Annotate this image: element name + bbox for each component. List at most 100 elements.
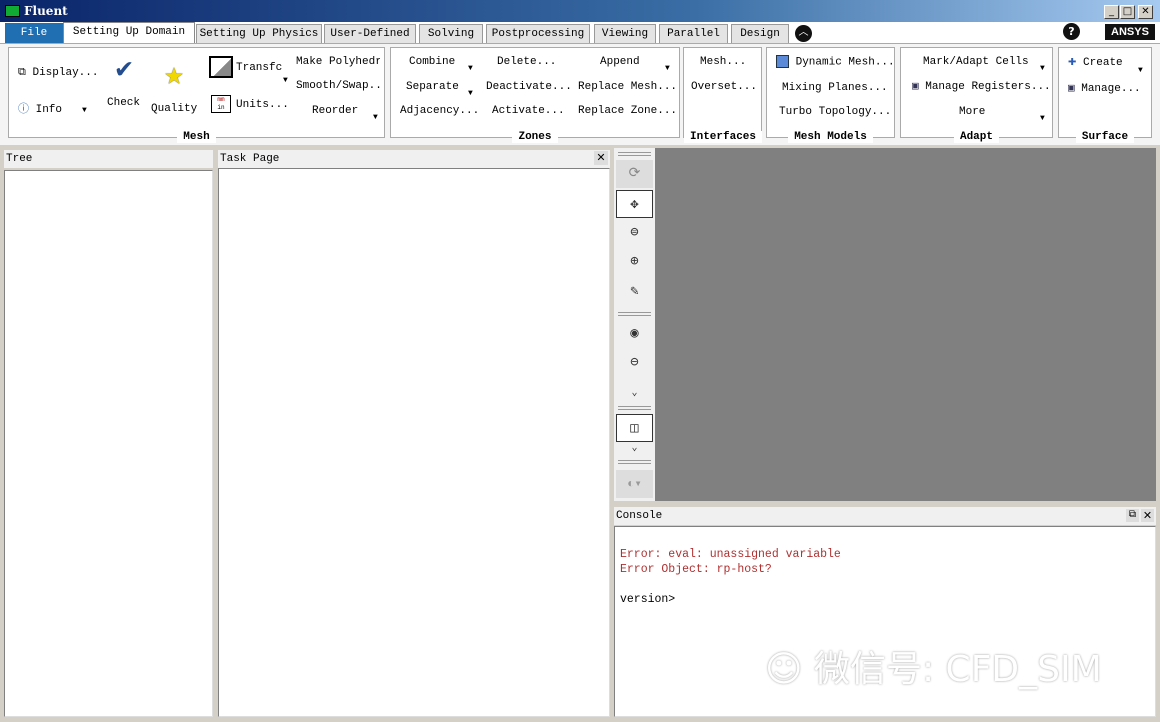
toolbar-grip[interactable] <box>618 406 651 410</box>
tab-user-defined[interactable]: User-Defined <box>324 24 416 43</box>
replace-mesh-button[interactable]: Replace Mesh... <box>578 80 677 94</box>
zoom-in-icon[interactable]: ⊕ <box>616 248 653 276</box>
dynamic-mesh-button[interactable]: Dynamic Mesh... <box>776 55 895 69</box>
tab-postprocessing[interactable]: Postprocessing <box>486 24 590 43</box>
console-error-line: Error Object: rp-host? <box>620 563 772 576</box>
tab-file[interactable]: File <box>5 23 63 43</box>
more-button[interactable]: More <box>959 105 985 119</box>
smooth-swap-button[interactable]: Smooth/Swap... <box>296 79 380 93</box>
pan-icon[interactable]: ✥ <box>616 190 653 218</box>
undock-icon[interactable]: ⧉ <box>1126 509 1139 522</box>
label: Manage... <box>1081 83 1141 95</box>
expand-toolbar-icon[interactable]: ⌄ <box>616 440 653 458</box>
expand-toolbar-icon[interactable]: ⌄ <box>616 382 653 406</box>
zoom-out-icon[interactable]: ⊖ <box>616 349 653 377</box>
activate-button[interactable]: Activate... <box>492 104 565 118</box>
delete-button[interactable]: Delete... <box>497 55 556 69</box>
group-label: Surface <box>1075 131 1135 143</box>
console-error-line: Error: eval: unassigned variable <box>620 548 841 561</box>
quality-button[interactable]: Quality <box>151 102 197 116</box>
close-button[interactable]: ✕ <box>1138 5 1153 19</box>
toolbar-grip[interactable] <box>618 152 651 156</box>
help-icon[interactable]: ? <box>1063 23 1080 40</box>
tab-design[interactable]: Design <box>731 24 789 43</box>
dropdown-arrow-icon[interactable]: ▼ <box>1040 114 1045 123</box>
graphics-window[interactable] <box>655 148 1156 501</box>
label: Dynamic Mesh... <box>795 56 895 69</box>
quality-star-icon: ★ <box>164 57 184 94</box>
view-cube-icon[interactable]: ◫ <box>616 414 653 442</box>
group-label: Zones <box>512 131 558 143</box>
turbo-topology-button[interactable]: Turbo Topology... <box>779 105 891 119</box>
toolbar-grip[interactable] <box>618 312 651 316</box>
dropdown-arrow-icon[interactable]: ▼ <box>665 64 670 73</box>
group-label: Mesh Models <box>788 131 873 143</box>
check-icon: ✔ <box>115 55 133 86</box>
manage-surface-button[interactable]: ▣ Manage... <box>1068 82 1141 96</box>
title-bar: Fluent <box>0 0 1160 22</box>
probe-icon[interactable]: ✎ <box>616 278 653 306</box>
tab-setting-up-domain[interactable]: Setting Up Domain <box>63 22 195 44</box>
label: Manage Registers... <box>925 81 1051 93</box>
transform-icon <box>209 56 233 78</box>
tree-panel[interactable] <box>4 170 213 717</box>
app-icon <box>5 5 20 17</box>
info-button[interactable]: ⓘ Info ▼ <box>18 103 87 118</box>
replace-zone-button[interactable]: Replace Zone... <box>578 104 677 118</box>
ansys-logo: ANSYS <box>1105 24 1155 40</box>
briefcase-icon: ▣ <box>1068 83 1082 95</box>
label: Create <box>1083 57 1123 69</box>
wechat-icon: ☺ <box>765 649 814 690</box>
close-task-page-icon[interactable]: ✕ <box>594 151 608 165</box>
manage-registers-button[interactable]: ▣ Manage Registers... <box>912 80 1051 94</box>
mark-adapt-cells-button[interactable]: Mark/Adapt Cells <box>923 55 1029 69</box>
minimize-button[interactable]: _ <box>1104 5 1119 19</box>
check-button[interactable]: Check <box>107 96 140 110</box>
make-polyhedra-button[interactable]: Make Polyhedra <box>296 55 380 69</box>
watermark-text: 微信号: CFD_SIM <box>813 649 1102 690</box>
adjacency-button[interactable]: Adjacency... <box>400 104 479 118</box>
create-surface-button[interactable]: ✚ Create <box>1068 55 1123 70</box>
lighting-icon[interactable]: ◐▾ <box>616 470 653 498</box>
overset-button[interactable]: Overset... <box>691 80 757 94</box>
group-label: Mesh <box>177 131 216 143</box>
collapse-ribbon-icon[interactable]: ︿ <box>795 25 812 42</box>
tab-solving[interactable]: Solving <box>419 24 483 43</box>
dropdown-arrow-icon[interactable]: ▼ <box>468 89 473 98</box>
deactivate-button[interactable]: Deactivate... <box>486 80 572 94</box>
cube-icon: ⧉ <box>18 67 33 79</box>
units-button[interactable]: Units... <box>236 98 289 112</box>
interface-mesh-button[interactable]: Mesh... <box>700 55 746 69</box>
console-prompt: version> <box>620 593 676 606</box>
tab-parallel[interactable]: Parallel <box>659 24 728 43</box>
watermark: ☺ 微信号: CFD_SIM <box>765 640 1102 692</box>
reorder-button[interactable]: Reorder <box>312 104 358 118</box>
close-console-icon[interactable]: ✕ <box>1141 509 1154 522</box>
dropdown-arrow-icon[interactable]: ▼ <box>283 76 288 85</box>
dropdown-arrow-icon: ▼ <box>82 106 87 115</box>
units-icon-top: mm <box>217 96 225 103</box>
zoom-fit-icon[interactable]: ⊜ <box>616 219 653 247</box>
info-icon: ⓘ <box>18 104 36 116</box>
tree-header: Tree <box>4 150 213 168</box>
rotate-icon[interactable]: ⟳ <box>616 160 653 188</box>
dropdown-arrow-icon[interactable]: ▼ <box>1040 64 1045 73</box>
tab-setting-up-physics[interactable]: Setting Up Physics <box>196 24 322 43</box>
transform-button[interactable]: Transfc <box>236 61 282 75</box>
maximize-button[interactable]: □ <box>1120 5 1135 19</box>
separate-button[interactable]: Separate <box>406 80 459 94</box>
tab-viewing[interactable]: Viewing <box>594 24 656 43</box>
combine-button[interactable]: Combine <box>409 55 455 69</box>
dynamic-mesh-icon <box>776 55 789 68</box>
zoom-box-icon[interactable]: ◉ <box>616 320 653 348</box>
task-page-panel <box>218 168 610 717</box>
display-button[interactable]: ⧉ Display... <box>18 66 98 80</box>
toolbar-grip[interactable] <box>618 460 651 464</box>
task-page-header: Task Page <box>218 150 610 168</box>
units-icon-bottom: in <box>217 104 225 111</box>
mixing-planes-button[interactable]: Mixing Planes... <box>782 81 888 95</box>
dropdown-arrow-icon[interactable]: ▼ <box>373 113 378 122</box>
dropdown-arrow-icon[interactable]: ▼ <box>1138 66 1143 75</box>
dropdown-arrow-icon[interactable]: ▼ <box>468 64 473 73</box>
append-button[interactable]: Append <box>600 55 640 69</box>
